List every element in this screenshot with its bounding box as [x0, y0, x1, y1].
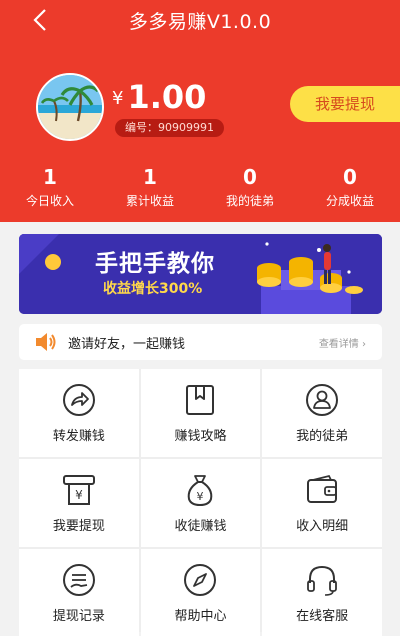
stat-value: 1 — [143, 165, 157, 189]
money-bag-icon: ¥ — [188, 475, 213, 506]
stat-value: 0 — [343, 165, 357, 189]
menu-item-label: 我的徒弟 — [296, 429, 349, 444]
stat-value: 1 — [43, 165, 57, 189]
user-icon — [306, 384, 339, 416]
notice-more-label: 查看详情 — [318, 339, 359, 350]
menu-item-label: 在线客服 — [296, 609, 349, 624]
balance: ¥1.00 — [112, 78, 206, 116]
stat-label: 累计收益 — [125, 194, 174, 208]
currency-symbol: ¥ — [112, 88, 124, 109]
stat-my-apprentices[interactable]: 0 我的徒弟 — [200, 164, 300, 214]
menu-item-label: 收徒赚钱 — [174, 519, 227, 534]
menu-item-label: 提现记录 — [52, 609, 105, 624]
menu-item-income-details[interactable]: 收入明细 — [262, 459, 382, 547]
banner-subtitle: 收益增长300% — [103, 281, 203, 297]
stat-label: 我的徒弟 — [225, 194, 274, 208]
svg-text:¥: ¥ — [75, 488, 83, 502]
stat-label: 今日收入 — [25, 194, 74, 208]
stat-label: 分成收益 — [325, 194, 374, 208]
page-title: 多多易赚V1.0.0 — [128, 11, 272, 33]
headset-icon — [307, 565, 338, 596]
menu-item-my-apprentices[interactable]: 我的徒弟 — [262, 369, 382, 457]
svg-text:¥: ¥ — [197, 490, 204, 503]
promo-banner[interactable]: 手把手教你 收益增长300% — [19, 234, 382, 314]
chevron-right-icon: › — [362, 339, 366, 350]
menu-item-withdraw[interactable]: ¥ 我要提现 — [19, 459, 139, 547]
record-icon — [62, 564, 95, 596]
menu-item-help-center[interactable]: 帮助中心 — [140, 549, 261, 636]
header: 多多易赚V1.0.0 ¥1.00 编号：90909991 我要提现 1 今日收入… — [0, 0, 400, 222]
menu-item-online-support[interactable]: 在线客服 — [262, 549, 382, 636]
user-id-badge: 编号：90909991 — [115, 119, 224, 137]
menu-item-earning-guide[interactable]: 赚钱攻略 — [140, 369, 261, 457]
stats-row: 1 今日收入 1 累计收益 0 我的徒弟 0 分成收益 — [0, 164, 400, 214]
withdraw-button[interactable]: 我要提现 — [290, 86, 400, 122]
menu-item-label: 转发赚钱 — [52, 429, 105, 444]
speaker-icon — [36, 333, 56, 351]
compass-icon — [184, 564, 217, 596]
stat-total-earnings[interactable]: 1 累计收益 — [100, 164, 200, 214]
balance-amount: 1.00 — [127, 78, 207, 116]
menu-item-share-earn[interactable]: 转发赚钱 — [19, 369, 139, 457]
menu-item-label: 我要提现 — [52, 519, 105, 534]
avatar[interactable] — [36, 73, 104, 141]
menu-item-recruit-earn[interactable]: ¥ 收徒赚钱 — [140, 459, 261, 547]
top-bar: 多多易赚V1.0.0 — [0, 0, 400, 40]
menu-item-label: 赚钱攻略 — [174, 429, 227, 444]
menu-grid: 转发赚钱 赚钱攻略 我的徒弟 ¥ 我要提现 ¥ 收徒赚钱 收入明细 提现记录 帮… — [19, 369, 382, 636]
stat-value: 0 — [243, 165, 257, 189]
notice-more-link[interactable]: 查看详情 › — [319, 335, 366, 350]
invite-notice[interactable]: 邀请好友，一起赚钱 查看详情 › — [19, 324, 382, 360]
avatar-beach-image — [38, 75, 102, 139]
menu-item-withdraw-records[interactable]: 提现记录 — [19, 549, 139, 636]
menu-item-label: 收入明细 — [296, 519, 349, 534]
menu-item-label: 帮助中心 — [174, 609, 227, 624]
banner-title: 手把手教你 — [95, 251, 215, 277]
notice-text: 邀请好友，一起赚钱 — [68, 337, 186, 352]
bookmark-icon — [186, 385, 215, 415]
stat-today-income[interactable]: 1 今日收入 — [0, 164, 100, 214]
share-icon — [62, 384, 95, 416]
stat-share-earnings[interactable]: 0 分成收益 — [300, 164, 400, 214]
wallet-icon — [307, 474, 338, 503]
atm-icon: ¥ — [62, 475, 95, 505]
